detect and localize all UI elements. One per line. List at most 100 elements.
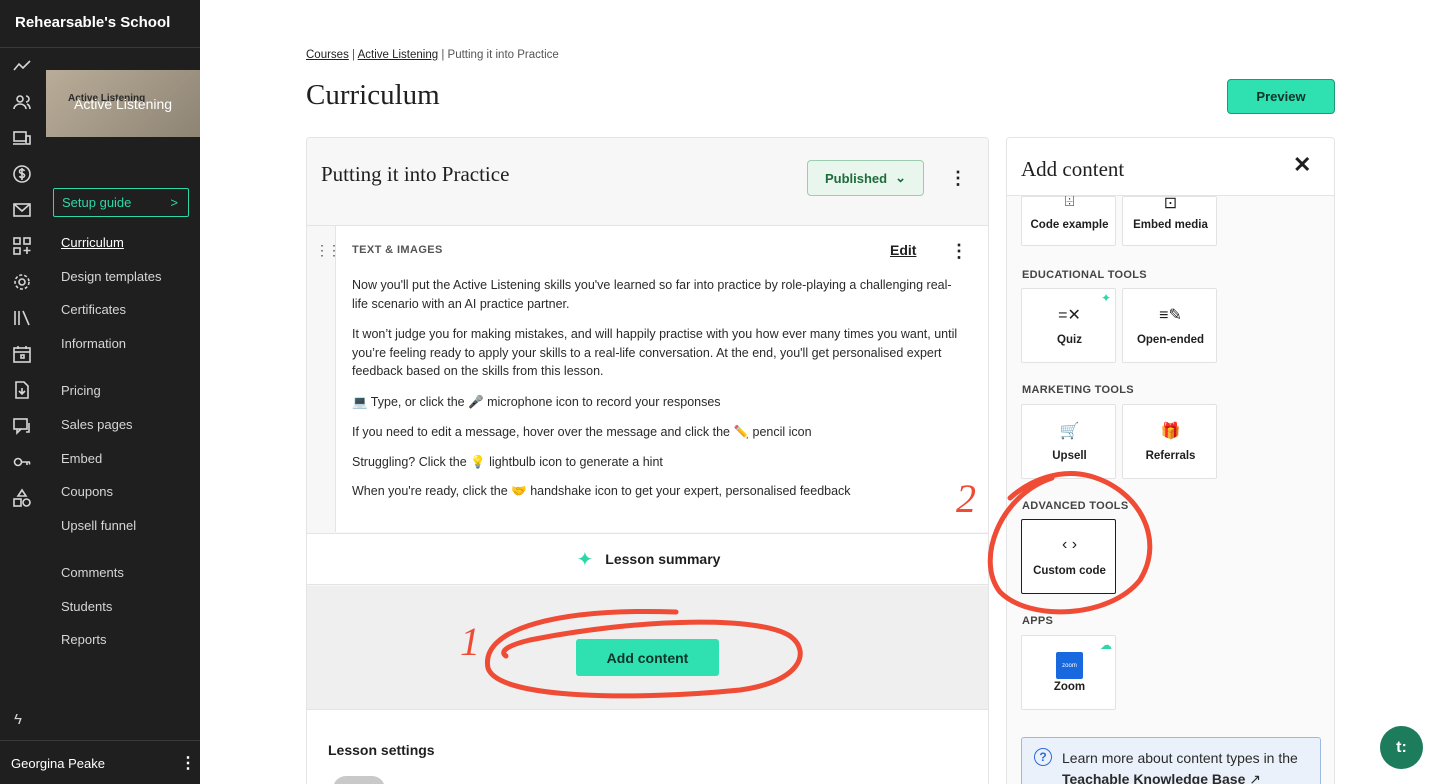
nav-students[interactable]: Students xyxy=(61,599,112,614)
nav-curriculum[interactable]: Curriculum xyxy=(61,235,124,250)
breadcrumb-separator: | xyxy=(352,49,356,61)
download-file-icon[interactable] xyxy=(11,379,33,401)
open-ended-icon: ≡✎ xyxy=(1159,307,1182,324)
mail-icon[interactable] xyxy=(11,199,33,221)
question-icon: ? xyxy=(1034,748,1052,766)
kb-text: Learn more about content types in the Te… xyxy=(1062,748,1312,784)
tile-label: Referrals xyxy=(1145,450,1196,462)
kb-link[interactable]: Teachable Knowledge Base xyxy=(1062,771,1245,784)
lesson-kebab-icon[interactable]: ⋮ xyxy=(949,169,967,187)
setup-guide-label: Setup guide xyxy=(62,195,132,210)
nav-comments[interactable]: Comments xyxy=(61,565,124,580)
nav-design-templates[interactable]: Design templates xyxy=(61,269,161,284)
chevron-down-icon: ⌄ xyxy=(895,170,907,185)
status-dropdown[interactable]: Published ⌄ xyxy=(807,160,924,196)
status-label: Published xyxy=(824,170,888,186)
nav-coupons[interactable]: Coupons xyxy=(61,484,113,499)
breadcrumb-separator: | xyxy=(441,49,445,61)
tile-referrals[interactable]: 🎁 Referrals xyxy=(1122,404,1217,479)
section-marketing-tools: MARKETING TOOLS xyxy=(1022,384,1134,396)
tile-label: Quiz xyxy=(1057,334,1082,346)
add-content-button[interactable]: Add content xyxy=(576,639,719,676)
course-thumbnail-title: Active Listening xyxy=(74,96,173,112)
lesson-summary-label: Lesson summary xyxy=(605,551,721,567)
tile-label: Upsell xyxy=(1052,450,1087,462)
nav-embed[interactable]: Embed xyxy=(61,451,102,466)
tile-open-ended[interactable]: ≡✎ Open-ended xyxy=(1122,288,1217,363)
tile-zoom[interactable]: ☁ zoom Zoom xyxy=(1021,635,1116,710)
tile-custom-code[interactable]: ‹ › Custom code xyxy=(1021,519,1116,594)
breadcrumb-course[interactable]: Active Listening xyxy=(358,49,439,61)
course-thumbnail[interactable]: Active Listening Active Listening xyxy=(46,70,200,137)
panel-title: Add content xyxy=(1021,157,1125,181)
breadcrumb: Courses | Active Listening | Putting it … xyxy=(306,49,559,61)
kb-text-lead: Learn more about content types in the xyxy=(1062,750,1298,766)
tile-code-example[interactable]: ⌹ Code example xyxy=(1021,193,1116,246)
sparkle-icon: ✦ xyxy=(1100,291,1111,305)
nav-pricing[interactable]: Pricing xyxy=(61,383,101,398)
library-icon[interactable] xyxy=(11,307,33,329)
shapes-icon[interactable] xyxy=(11,487,33,509)
cart-plus-icon: 🛒 xyxy=(1059,423,1080,440)
nav-information[interactable]: Information xyxy=(61,336,126,351)
embed-media-icon: ⊡ xyxy=(1163,195,1178,212)
section-educational-tools: EDUCATIONAL TOOLS xyxy=(1022,269,1147,281)
calendar-icon[interactable] xyxy=(11,343,33,365)
tile-quiz[interactable]: ✦ =✕ Quiz xyxy=(1021,288,1116,363)
gear-icon[interactable] xyxy=(11,271,33,293)
chat-launcher-button[interactable]: t: xyxy=(1380,726,1423,769)
devices-icon[interactable] xyxy=(11,127,33,149)
users-icon[interactable] xyxy=(11,91,33,113)
lesson-summary-button[interactable]: ✦ Lesson summary xyxy=(307,533,988,585)
bolt-icon[interactable]: ϟ xyxy=(14,711,22,728)
dollar-icon[interactable] xyxy=(11,163,33,185)
tile-label: Embed media xyxy=(1133,219,1208,231)
nav-upsell-funnel[interactable]: Upsell funnel xyxy=(61,518,136,533)
user-menu-kebab-icon[interactable]: ⋮ xyxy=(180,753,196,773)
tile-upsell[interactable]: 🛒 Upsell xyxy=(1021,404,1116,479)
block-type-label: TEXT & IMAGES xyxy=(352,244,443,256)
icon-rail xyxy=(0,48,46,738)
section-apps: APPS xyxy=(1022,615,1054,627)
user-name[interactable]: Georgina Peake xyxy=(11,756,105,771)
block-paragraph: It won’t judge you for making mistakes, … xyxy=(352,327,958,378)
knowledge-base-callout: ? Learn more about content types in the … xyxy=(1021,737,1321,784)
close-icon[interactable]: ✕ xyxy=(1293,152,1311,178)
nav-sales-pages[interactable]: Sales pages xyxy=(61,417,133,432)
key-icon[interactable] xyxy=(11,451,33,473)
analytics-icon[interactable] xyxy=(11,55,33,77)
section-advanced-tools: ADVANCED TOOLS xyxy=(1022,500,1129,512)
add-content-panel: Add content ✕ ⌹ Code example ⊡ Embed med… xyxy=(1006,137,1335,784)
apps-add-icon[interactable] xyxy=(11,235,33,257)
block-kebab-icon[interactable]: ⋮ xyxy=(950,242,968,260)
tile-label: Custom code xyxy=(1033,565,1106,577)
comments-icon[interactable] xyxy=(11,415,33,437)
add-content-area: Add content xyxy=(307,586,988,710)
nav-certificates[interactable]: Certificates xyxy=(61,302,126,317)
breadcrumb-courses[interactable]: Courses xyxy=(306,49,349,61)
block-paragraph: When you're ready, click the 🤝 handshake… xyxy=(352,484,851,498)
tile-label: Open-ended xyxy=(1136,334,1205,346)
code-brackets-icon: ‹ › xyxy=(1061,536,1078,553)
setup-guide-button[interactable]: Setup guide > xyxy=(53,188,189,217)
block-paragraph: Now you'll put the Active Listening skil… xyxy=(352,278,952,311)
chevron-right-icon: > xyxy=(170,195,178,210)
lesson-card: Putting it into Practice Published ⌄ ⋮ ⋮… xyxy=(306,137,989,784)
preview-button[interactable]: Preview xyxy=(1227,79,1335,114)
tile-embed-media[interactable]: ⊡ Embed media xyxy=(1122,195,1217,246)
lesson-settings-toggle[interactable] xyxy=(333,776,385,784)
nav-reports[interactable]: Reports xyxy=(61,632,107,647)
text-images-block: TEXT & IMAGES Edit ⋮ Now you'll put the … xyxy=(335,226,988,532)
edit-block-button[interactable]: Edit xyxy=(890,242,916,258)
school-name[interactable]: Rehearsable's School xyxy=(15,14,170,31)
cloud-icon: ☁ xyxy=(1100,638,1112,652)
block-paragraph: Struggling? Click the 💡 lightbulb icon t… xyxy=(352,455,663,469)
tile-label: Zoom xyxy=(1053,681,1086,693)
external-link-icon: ↗ xyxy=(1249,771,1261,784)
sidebar: Rehearsable's School Active Listening Ac… xyxy=(0,0,200,784)
panel-header: Add content ✕ xyxy=(1007,138,1334,196)
zoom-logo-icon: zoom xyxy=(1056,652,1083,679)
user-bar: Georgina Peake ⋮ xyxy=(0,740,200,784)
block-paragraph: If you need to edit a message, hover ove… xyxy=(352,425,812,439)
breadcrumb-current: Putting it into Practice xyxy=(447,49,559,61)
